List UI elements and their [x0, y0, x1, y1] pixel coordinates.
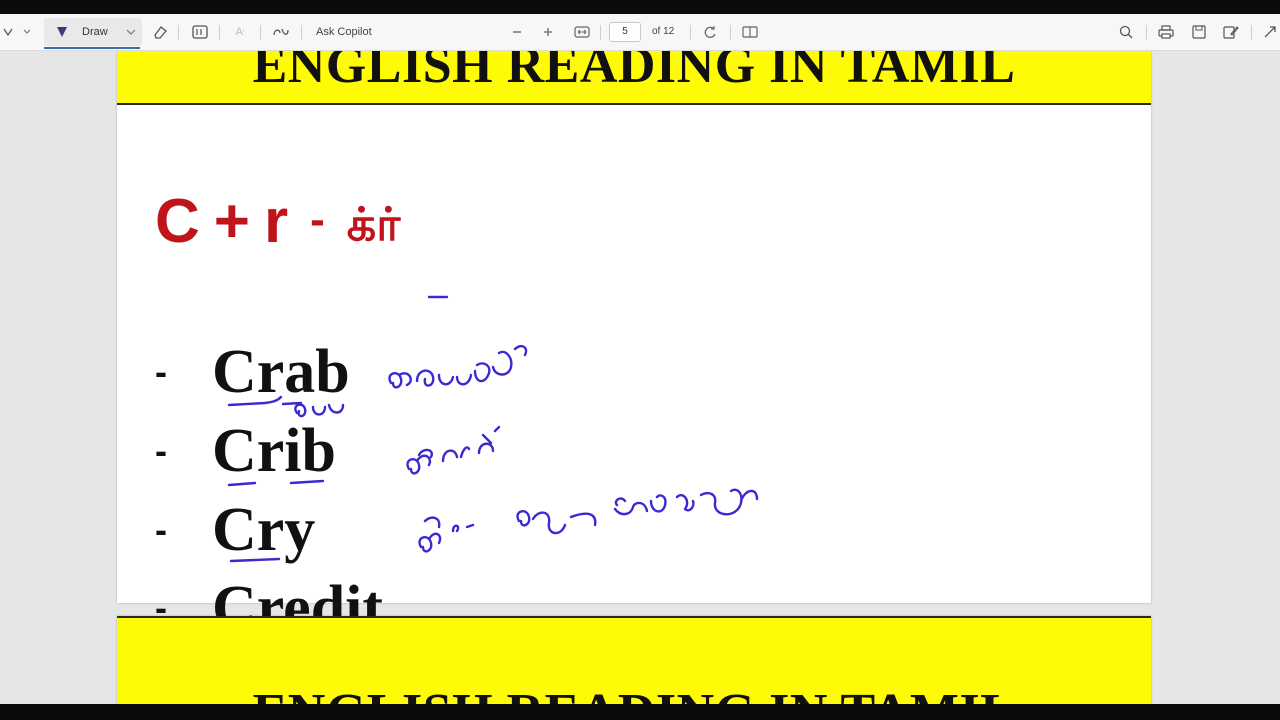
toolbar-separator [730, 25, 731, 40]
bullet-dash: - [155, 430, 167, 471]
top-black-bar [0, 0, 1280, 14]
ink-tamil-text [418, 488, 759, 553]
save-icon[interactable] [1189, 14, 1209, 50]
word-text: Crib [212, 417, 336, 485]
formula-letter-r: r [264, 187, 289, 256]
edit-icon[interactable] [1221, 14, 1241, 50]
bottom-black-bar [0, 704, 1280, 720]
pen-icon [57, 27, 67, 37]
document-viewer[interactable]: ENGLISH READING IN TAMIL C + r - க்ர் - Crab… [0, 51, 1280, 704]
zoom-out-icon[interactable] [508, 14, 526, 50]
draw-active-indicator [44, 47, 140, 49]
ink-tamil-text [406, 425, 501, 475]
toolbar-separator [219, 25, 220, 40]
title-banner: ENGLISH READING IN TAMIL [117, 51, 1151, 105]
menu-chevron-icon[interactable] [0, 14, 34, 50]
fit-to-page-icon[interactable] [572, 14, 592, 50]
formula-tamil-sound: க்ர் [346, 197, 401, 251]
ask-copilot-button[interactable]: Ask Copilot [310, 14, 390, 50]
pdf-page: ENGLISH READING IN TAMIL C + r - க்ர் - Crab… [117, 51, 1151, 642]
draw-label: Draw [82, 26, 108, 38]
formula-dash: - [310, 195, 325, 244]
bullet-dash: - [155, 509, 167, 550]
page-view-icon[interactable] [740, 14, 760, 50]
draw-button[interactable]: Draw [44, 14, 142, 50]
toolbar-separator [260, 25, 261, 40]
expand-icon[interactable] [1260, 14, 1280, 50]
page-total-label: of 12 [652, 26, 675, 37]
text-box-icon[interactable] [190, 14, 210, 50]
read-aloud-icon[interactable]: A ⁾ [230, 14, 250, 50]
ask-copilot-label: Ask Copilot [316, 26, 372, 38]
print-icon[interactable] [1156, 14, 1176, 50]
eraser-icon[interactable] [150, 14, 170, 50]
letter-formula: C + r - க்ர் [155, 186, 414, 260]
pdf-toolbar: Draw A ⁾ Ask Copilot 5 of 12 [0, 14, 1280, 51]
translate-icon[interactable] [270, 14, 292, 50]
word-text: Crab [212, 338, 350, 406]
toolbar-separator [1146, 25, 1147, 40]
bullet-dash: - [155, 351, 167, 392]
search-icon[interactable] [1116, 14, 1136, 50]
title-banner: ENGLISH READING IN TAMIL [117, 616, 1151, 704]
banner-title: ENGLISH READING IN TAMIL [252, 51, 1016, 94]
toolbar-separator [178, 25, 179, 40]
chevron-down-icon [126, 29, 136, 35]
pdf-page-next: ENGLISH READING IN TAMIL [117, 616, 1151, 704]
toolbar-separator [690, 25, 691, 40]
banner-title: ENGLISH READING IN TAMIL [253, 683, 1016, 704]
toolbar-separator [301, 25, 302, 40]
toolbar-separator [600, 25, 601, 40]
rotate-icon[interactable] [700, 14, 720, 50]
formula-plus: + [213, 187, 250, 256]
toolbar-separator [1251, 25, 1252, 40]
formula-letter-c: C [155, 187, 200, 256]
word-text: Cry [212, 496, 316, 564]
ink-tamil-text [388, 344, 528, 389]
page-number-input[interactable]: 5 [609, 22, 641, 42]
zoom-in-icon[interactable] [539, 14, 557, 50]
